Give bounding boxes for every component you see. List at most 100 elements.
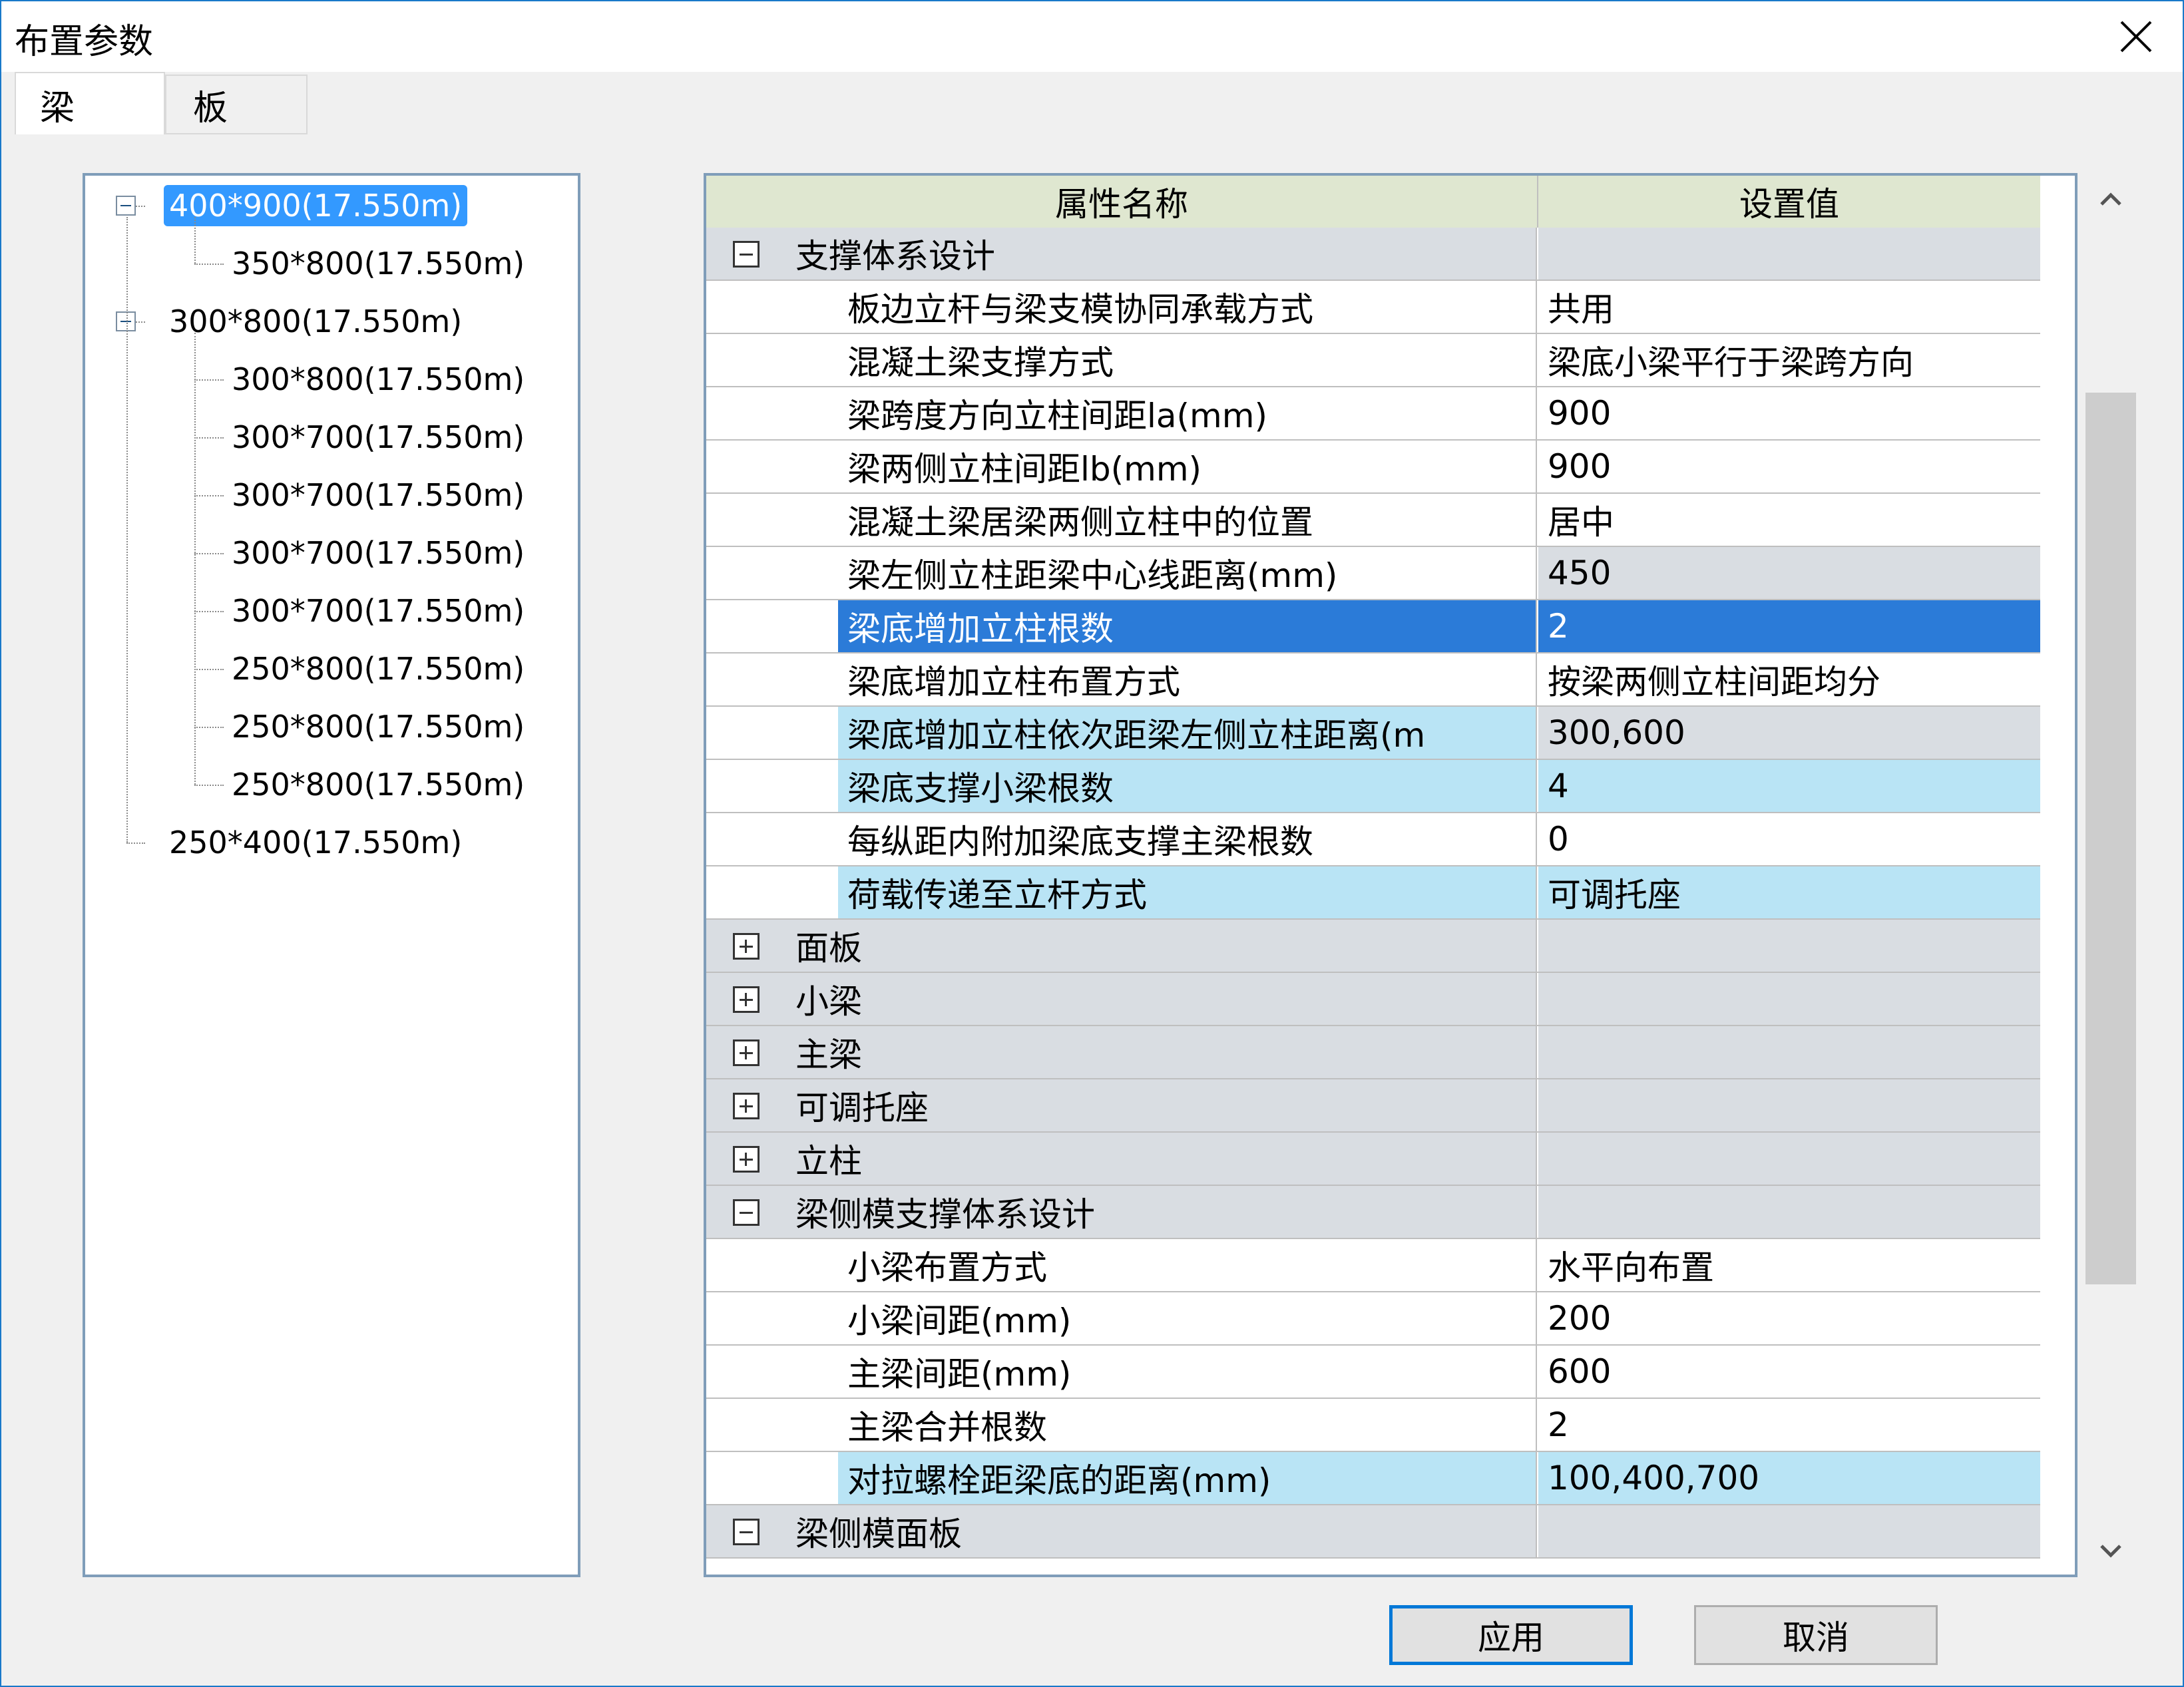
- header-setting-value[interactable]: 设置值: [1538, 176, 2040, 228]
- category-row[interactable]: 支撑体系设计: [706, 228, 2040, 281]
- tree-connector: [194, 379, 224, 381]
- property-row[interactable]: 荷载传递至立杆方式 可调托座: [706, 866, 2040, 920]
- collapse-icon[interactable]: [733, 1199, 760, 1226]
- scroll-up-button[interactable]: [2077, 173, 2144, 226]
- property-row[interactable]: 混凝土梁支撑方式 梁底小梁平行于梁跨方向: [706, 334, 2040, 387]
- tree-leaf-node[interactable]: 250*800(17.550m): [232, 764, 525, 805]
- tree-connector: [194, 333, 196, 785]
- tree-leaf-node[interactable]: 300*700(17.550m): [232, 532, 525, 574]
- property-row[interactable]: 主梁间距(mm) 600: [706, 1346, 2040, 1399]
- property-value[interactable]: 2: [1538, 1399, 2040, 1451]
- beam-tree[interactable]: 400*900(17.550m) 350*800(17.550m) 300*800(…: [83, 173, 580, 1577]
- title-bar: 布置参数: [1, 1, 2183, 72]
- property-name: 小梁间距(mm): [838, 1292, 1537, 1344]
- property-row[interactable]: 小梁布置方式 水平向布置: [706, 1239, 2040, 1292]
- close-button[interactable]: [2089, 1, 2183, 72]
- property-row[interactable]: 梁跨度方向立柱间距la(mm) 900: [706, 387, 2040, 441]
- property-row[interactable]: 梁左侧立柱距梁中心线距离(mm) 450: [706, 547, 2040, 600]
- tree-leaf-node[interactable]: 250*800(17.550m): [232, 706, 525, 747]
- property-value[interactable]: 0: [1538, 813, 2040, 865]
- property-row[interactable]: 梁底增加立柱依次距梁左侧立柱距离(m 300,600: [706, 707, 2040, 760]
- property-row[interactable]: 每纵距内附加梁底支撑主梁根数 0: [706, 813, 2040, 866]
- property-value[interactable]: 水平向布置: [1538, 1239, 2040, 1291]
- tree-connector: [194, 785, 224, 786]
- header-property-name[interactable]: 属性名称: [706, 176, 1538, 228]
- tree-leaf-node[interactable]: 300*700(17.550m): [232, 474, 525, 516]
- category-row[interactable]: 梁侧模面板: [706, 1505, 2040, 1559]
- grid-scrollbar[interactable]: [2077, 173, 2144, 1577]
- close-icon: [2120, 21, 2152, 53]
- property-value[interactable]: 600: [1538, 1346, 2040, 1398]
- tree-connector: [136, 321, 145, 323]
- property-name: 对拉螺栓距梁底的距离(mm): [838, 1452, 1537, 1504]
- tab-slab-label: 板: [193, 88, 228, 128]
- property-value[interactable]: 共用: [1538, 281, 2040, 333]
- collapse-icon[interactable]: [733, 241, 760, 268]
- tab-beam[interactable]: 梁: [15, 72, 165, 136]
- category-row[interactable]: 立柱: [706, 1133, 2040, 1186]
- property-grid[interactable]: 属性名称 设置值 支撑体系设计 板边立杆与梁支模协同承载方式 共用 混凝土梁支撑方式梁…: [704, 173, 2077, 1577]
- apply-button[interactable]: 应用: [1389, 1605, 1633, 1665]
- property-row[interactable]: 梁底增加立柱布置方式 按梁两侧立柱间距均分: [706, 654, 2040, 707]
- property-value[interactable]: 300,600: [1538, 707, 2040, 759]
- cancel-button[interactable]: 取消: [1694, 1605, 1938, 1665]
- row-margin: [706, 654, 838, 705]
- tree-leaf-node[interactable]: 350*800(17.550m): [232, 243, 525, 284]
- property-value[interactable]: 居中: [1538, 494, 2040, 546]
- category-name: 梁侧模面板: [706, 1505, 1537, 1557]
- property-row[interactable]: 小梁间距(mm) 200: [706, 1292, 2040, 1346]
- scroll-down-button[interactable]: [2077, 1524, 2144, 1577]
- property-row[interactable]: 梁两侧立柱间距lb(mm) 900: [706, 441, 2040, 494]
- expand-icon[interactable]: [733, 1039, 760, 1066]
- tree-leaf-node[interactable]: 250*800(17.550m): [232, 648, 525, 689]
- property-value[interactable]: 450: [1538, 547, 2040, 599]
- category-row[interactable]: 小梁: [706, 973, 2040, 1026]
- property-value[interactable]: 900: [1538, 387, 2040, 439]
- category-value: [1538, 1133, 2040, 1185]
- property-value[interactable]: 可调托座: [1538, 866, 2040, 918]
- property-value[interactable]: 900: [1538, 441, 2040, 492]
- tree-leaf-node[interactable]: 300*700(17.550m): [232, 590, 525, 632]
- tab-slab[interactable]: 板: [165, 75, 308, 134]
- expand-icon[interactable]: [733, 1093, 760, 1119]
- property-value[interactable]: 100,400,700: [1538, 1452, 2040, 1504]
- property-row[interactable]: 对拉螺栓距梁底的距离(mm) 100,400,700: [706, 1452, 2040, 1505]
- tree-connector: [194, 437, 224, 439]
- row-margin: [706, 387, 838, 439]
- property-name: 小梁布置方式: [838, 1239, 1537, 1291]
- property-row[interactable]: 混凝土梁居梁两侧立柱中的位置 居中: [706, 494, 2040, 547]
- grid-header: 属性名称 设置值: [706, 176, 2040, 228]
- tree-connector: [194, 611, 224, 612]
- expand-icon[interactable]: [733, 1146, 760, 1173]
- tree-node[interactable]: 400*900(17.550m): [164, 185, 468, 226]
- property-value[interactable]: 2: [1538, 600, 2040, 652]
- property-row[interactable]: 梁底支撑小梁根数 4: [706, 760, 2040, 813]
- property-row[interactable]: 主梁合并根数 2: [706, 1399, 2040, 1452]
- property-name: 主梁合并根数: [838, 1399, 1537, 1451]
- tree-node[interactable]: 300*800(17.550m): [169, 301, 462, 342]
- tree-connector: [126, 843, 145, 844]
- tree-collapse-toggle[interactable]: [116, 311, 136, 331]
- property-value[interactable]: 梁底小梁平行于梁跨方向: [1538, 334, 2040, 386]
- tree-connector: [194, 217, 196, 264]
- toggle-icon-bar: [745, 1153, 747, 1166]
- category-row[interactable]: 主梁: [706, 1026, 2040, 1079]
- category-row[interactable]: 面板: [706, 920, 2040, 973]
- property-value[interactable]: 200: [1538, 1292, 2040, 1344]
- expand-icon[interactable]: [733, 986, 760, 1013]
- property-value[interactable]: 按梁两侧立柱间距均分: [1538, 654, 2040, 705]
- tree-leaf-node[interactable]: 300*700(17.550m): [232, 417, 525, 458]
- tree-node[interactable]: 250*400(17.550m): [169, 822, 462, 863]
- category-row[interactable]: 梁侧模支撑体系设计: [706, 1186, 2040, 1239]
- property-row[interactable]: 梁底增加立柱根数 2: [706, 600, 2040, 654]
- property-value[interactable]: 4: [1538, 760, 2040, 812]
- tree-leaf-node[interactable]: 300*800(17.550m): [232, 359, 525, 400]
- expand-icon[interactable]: [733, 933, 760, 960]
- collapse-icon[interactable]: [733, 1519, 760, 1545]
- scroll-thumb[interactable]: [2085, 393, 2136, 1284]
- property-name: 梁跨度方向立柱间距la(mm): [838, 387, 1537, 439]
- chevron-up-icon: [2100, 192, 2121, 206]
- category-row[interactable]: 可调托座: [706, 1079, 2040, 1133]
- tree-collapse-toggle[interactable]: [116, 196, 136, 216]
- property-row[interactable]: 板边立杆与梁支模协同承载方式 共用: [706, 281, 2040, 334]
